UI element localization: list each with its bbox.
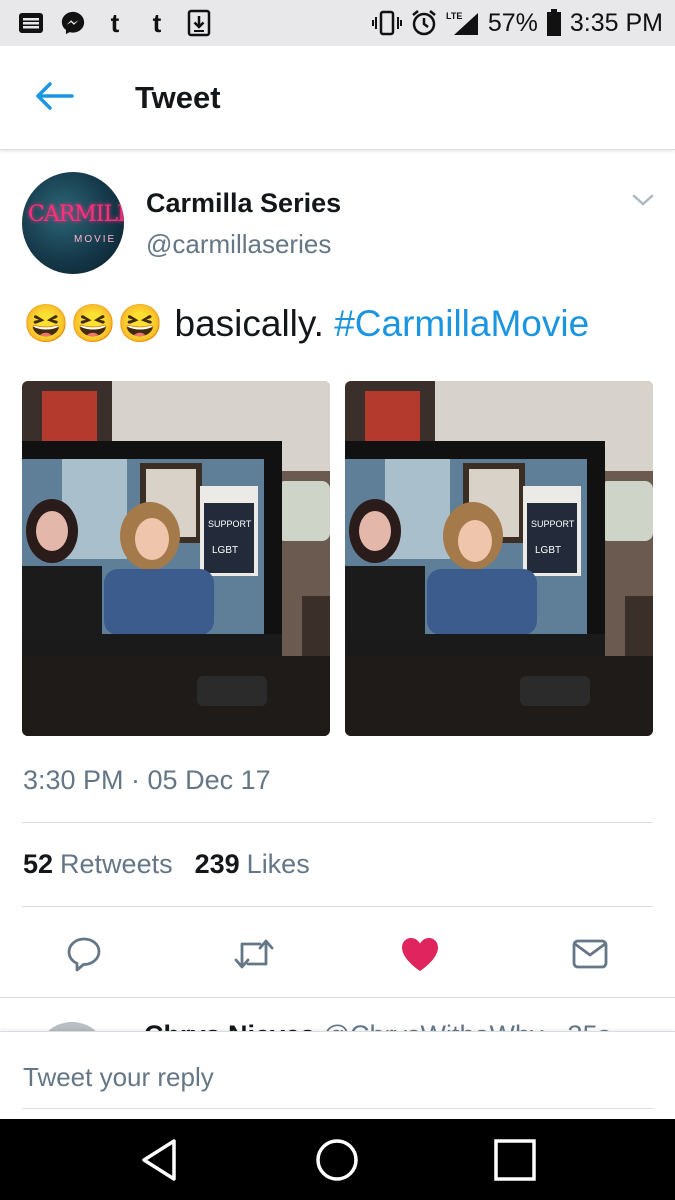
hashtag-link[interactable]: #CarmillaMovie <box>334 303 589 344</box>
author-avatar[interactable]: CARMILLA MOVIE <box>22 172 124 274</box>
signal-icon: LTE <box>446 11 478 35</box>
tumblr-icon: t <box>110 7 120 38</box>
tweet-actions <box>0 930 675 978</box>
tumblr-icon: t <box>152 7 162 38</box>
reply-button[interactable] <box>60 930 108 978</box>
status-bar: t t LTE 57% 3:35 PM <box>0 0 675 46</box>
likes-count: 239 <box>194 849 240 879</box>
reply-preview[interactable]: Chrys Nieves @ChrysWithaWhy · 35s <box>0 998 675 1032</box>
tweet-photo-1[interactable]: SUPPORT LGBT <box>22 381 330 736</box>
alarm-icon <box>412 10 436 36</box>
back-arrow-icon[interactable] <box>32 80 74 112</box>
chevron-down-icon[interactable] <box>631 192 655 208</box>
svg-text:LTE: LTE <box>446 11 462 21</box>
reply-input[interactable]: Tweet your reply <box>23 1062 214 1093</box>
tweet-photo-2[interactable]: SUPPORT LGBT <box>345 381 653 736</box>
author-handle[interactable]: @carmillaseries <box>146 229 331 260</box>
tweet-timestamp: 3:30 PM · 05 Dec 17 <box>23 765 271 795</box>
svg-text:LGBT: LGBT <box>212 545 238 556</box>
likes-label: Likes <box>246 849 310 879</box>
svg-text:LGBT: LGBT <box>535 545 561 556</box>
likes-stat[interactable]: 239 Likes <box>195 849 310 880</box>
svg-text:SUPPORT: SUPPORT <box>208 519 252 529</box>
page-title: Tweet <box>135 80 221 115</box>
system-nav-bar <box>0 1119 675 1200</box>
divider <box>22 822 653 823</box>
like-button[interactable] <box>396 930 444 978</box>
nav-back-icon[interactable] <box>136 1137 182 1183</box>
tweet-text: 😆😆😆 basically. #CarmillaMovie <box>23 303 589 346</box>
share-dm-button[interactable] <box>566 930 614 978</box>
retweet-icon <box>234 939 274 969</box>
messenger-icon <box>60 10 86 36</box>
tweet-body: basically. <box>164 303 335 344</box>
top-app-bar: Tweet <box>0 46 675 150</box>
battery-percent: 57% <box>487 8 538 37</box>
avatar-logo-text: CARMILLA <box>28 202 124 227</box>
avatar-logo-subtext: MOVIE <box>74 234 117 245</box>
retweets-count: 52 <box>23 849 54 879</box>
clock: 3:35 PM <box>569 8 663 37</box>
svg-text:SUPPORT: SUPPORT <box>531 519 575 529</box>
retweet-button[interactable] <box>230 930 278 978</box>
envelope-icon <box>572 939 608 969</box>
news-icon <box>18 10 44 36</box>
divider <box>22 906 653 907</box>
download-icon <box>186 9 212 37</box>
retweets-label: Retweets <box>60 849 173 879</box>
nav-recents-icon[interactable] <box>492 1137 538 1183</box>
reply-composer: Tweet your reply <box>0 1031 675 1119</box>
reply-icon <box>67 937 101 972</box>
battery-icon <box>546 9 561 36</box>
divider <box>22 1108 653 1109</box>
nav-home-icon[interactable] <box>314 1137 360 1183</box>
vibrate-icon <box>371 10 402 36</box>
retweets-stat[interactable]: 52 Retweets <box>23 849 173 880</box>
author-name[interactable]: Carmilla Series <box>146 188 341 219</box>
tweet-emoji: 😆😆😆 <box>23 303 165 344</box>
heart-icon <box>402 938 438 971</box>
tweet-stats: 52 Retweets 239 Likes <box>23 849 310 880</box>
